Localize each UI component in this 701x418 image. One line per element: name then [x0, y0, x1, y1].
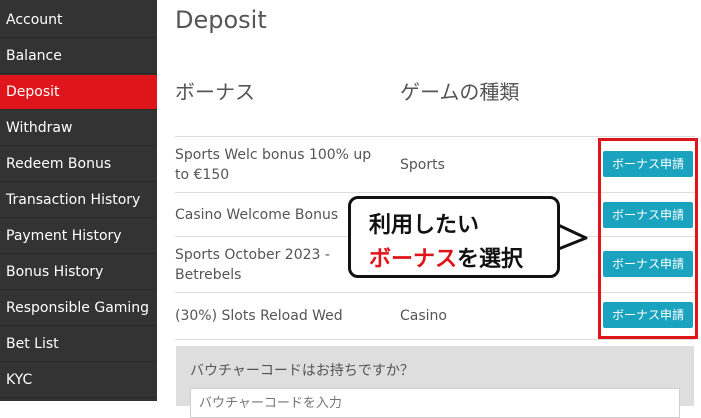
sidebar-item-payment-history[interactable]: Payment History: [0, 219, 157, 254]
sidebar-item-kyc[interactable]: KYC: [0, 363, 157, 398]
sidebar-item-deposit[interactable]: Deposit: [0, 75, 157, 110]
callout-line-1: 利用したい: [369, 213, 480, 238]
game-type: Sports: [400, 157, 445, 173]
sidebar-item-bet-list[interactable]: Bet List: [0, 327, 157, 362]
column-header-game-type: ゲームの種類: [400, 80, 520, 104]
game-type: Casino: [400, 308, 447, 324]
page-title: Deposit: [175, 6, 267, 34]
sidebar-item-redeem-bonus[interactable]: Redeem Bonus: [0, 147, 157, 182]
sidebar-item-balance[interactable]: Balance: [0, 39, 157, 74]
sidebar-item-bonus-history[interactable]: Bonus History: [0, 255, 157, 290]
voucher-panel: バウチャーコードはお持ちですか？: [176, 346, 694, 418]
highlight-frame: [598, 138, 698, 339]
sidebar-item-transaction-history[interactable]: Transaction History: [0, 183, 157, 218]
sidebar-item-account[interactable]: Account: [0, 3, 157, 38]
callout-rest: を選択: [457, 247, 524, 272]
sidebar-item-responsible-gaming[interactable]: Responsible Gaming: [0, 291, 157, 326]
callout-line-2: ボーナスを選択: [369, 241, 523, 273]
voucher-code-input[interactable]: [190, 388, 680, 418]
voucher-label: バウチャーコードはお持ちですか？: [190, 363, 414, 379]
column-header-bonus: ボーナス: [175, 80, 255, 104]
sidebar: Account Balance Deposit Withdraw Redeem …: [0, 0, 157, 401]
sidebar-item-withdraw[interactable]: Withdraw: [0, 111, 157, 146]
annotation-callout: 利用したい ボーナスを選択: [348, 196, 560, 278]
bonus-name: (30%) Slots Reload Wed: [175, 308, 343, 324]
callout-highlight: ボーナス: [369, 247, 458, 272]
bonus-name: Sports Welc bonus 100% up to €150: [175, 147, 372, 183]
